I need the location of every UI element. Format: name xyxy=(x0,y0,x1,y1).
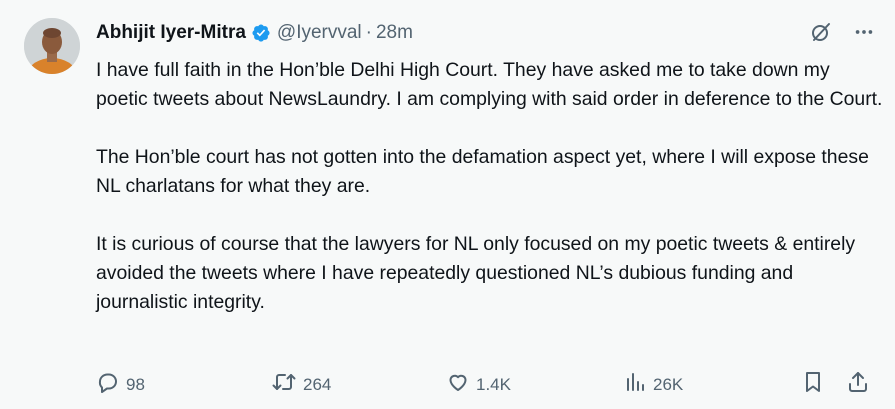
avatar[interactable] xyxy=(24,18,80,74)
timestamp[interactable]: 28m xyxy=(376,22,413,44)
tweet-paragraph: The Hon’ble court has not gotten into th… xyxy=(96,146,869,197)
reply-count: 98 xyxy=(126,374,145,394)
reply-button[interactable]: 98 xyxy=(96,370,145,399)
avatar-image xyxy=(24,18,80,74)
grok-icon[interactable] xyxy=(809,20,833,44)
top-right-actions xyxy=(809,20,875,44)
bookmark-icon xyxy=(801,370,825,399)
verified-badge-icon xyxy=(251,23,271,43)
repost-button[interactable]: 264 xyxy=(271,370,331,399)
views-button[interactable]: 26K xyxy=(623,370,683,399)
tweet: Abhijit Iyer-Mitra @Iyervval · 28m I hav… xyxy=(0,0,895,409)
like-count: 1.4K xyxy=(476,374,511,394)
tweet-paragraph: I have full faith in the Hon’ble Delhi H… xyxy=(96,59,883,110)
tweet-actions: 98 264 1.4K 26K xyxy=(96,370,876,398)
heart-icon xyxy=(446,370,470,399)
author-handle[interactable]: @Iyervval xyxy=(277,22,362,44)
more-icon[interactable] xyxy=(853,21,875,43)
tweet-header: Abhijit Iyer-Mitra @Iyervval · 28m xyxy=(96,20,413,46)
bookmark-button[interactable] xyxy=(801,370,825,399)
author-name[interactable]: Abhijit Iyer-Mitra xyxy=(96,22,246,44)
like-button[interactable]: 1.4K xyxy=(446,370,511,399)
views-count: 26K xyxy=(653,374,684,394)
share-icon xyxy=(846,370,870,399)
views-icon xyxy=(623,370,647,399)
tweet-text: I have full faith in the Hon’ble Delhi H… xyxy=(96,56,886,317)
tweet-paragraph: It is curious of course that the lawyers… xyxy=(96,233,856,313)
share-button[interactable] xyxy=(846,370,870,399)
separator-dot: · xyxy=(365,22,372,43)
reply-icon xyxy=(96,370,120,399)
repost-icon xyxy=(271,370,297,399)
repost-count: 264 xyxy=(303,374,332,394)
